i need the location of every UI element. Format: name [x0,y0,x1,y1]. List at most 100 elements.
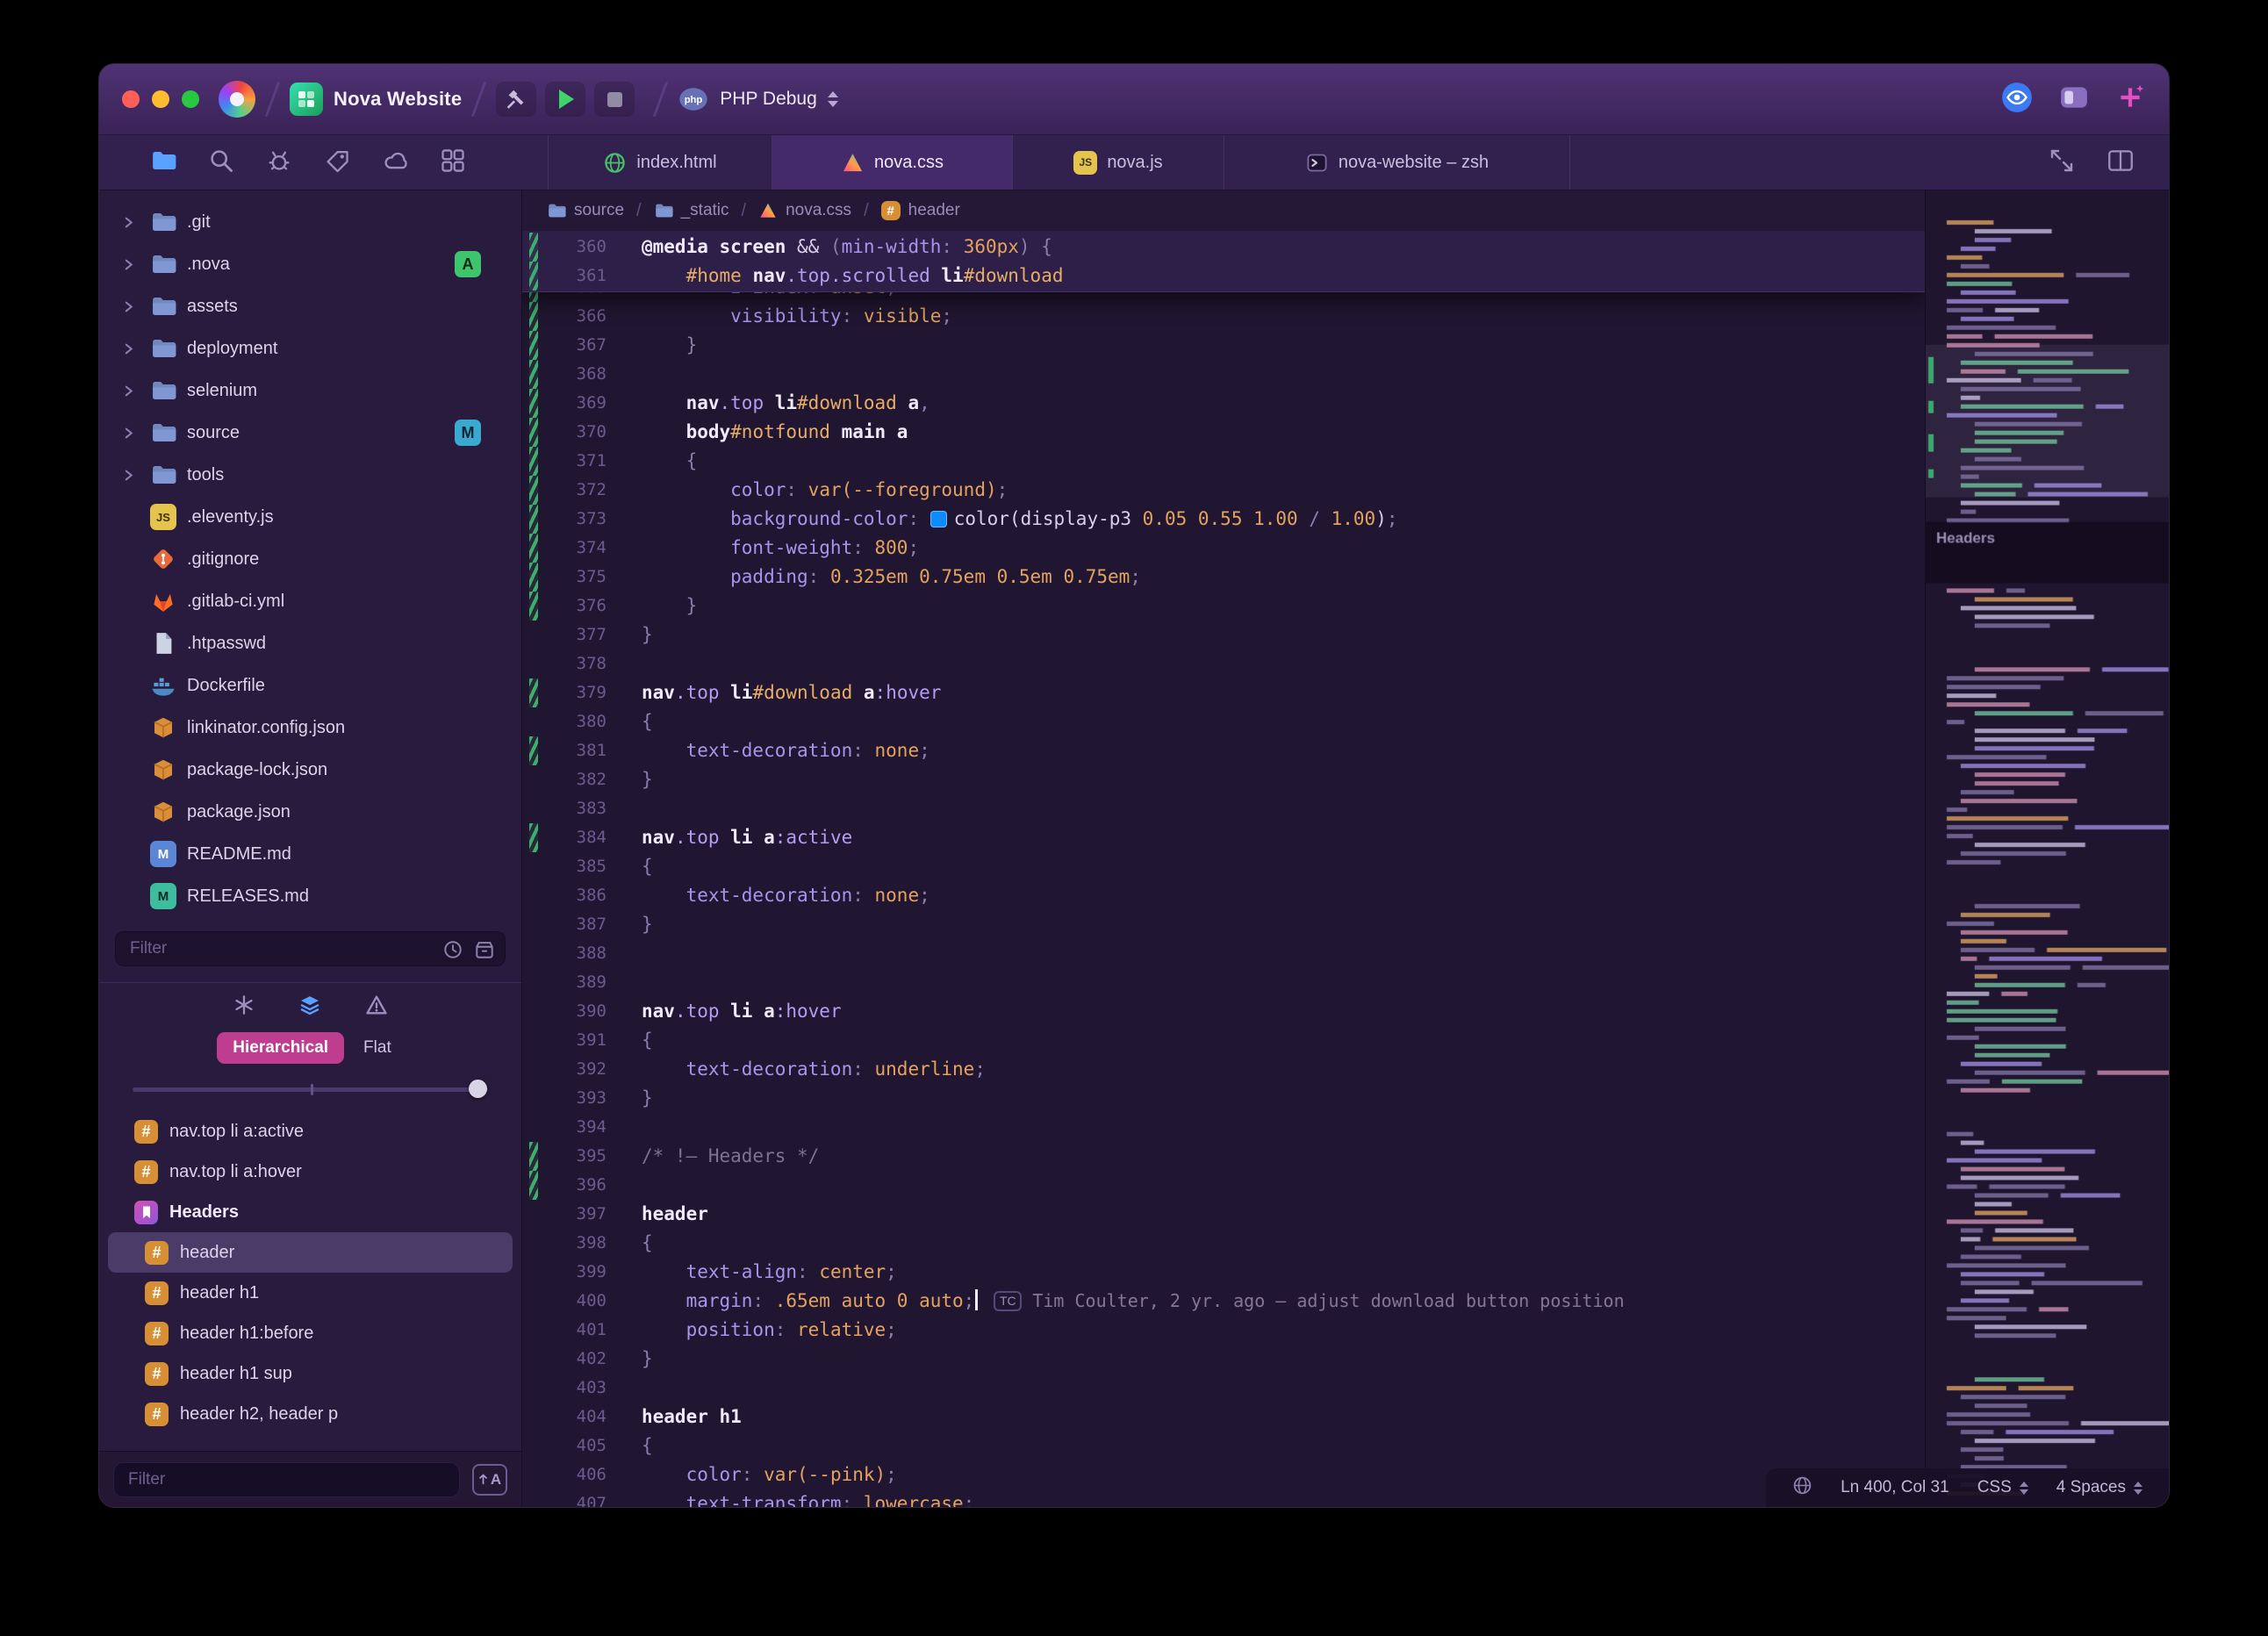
code-line[interactable]: 369 nav.top li#download a, [522,389,1925,418]
code-line[interactable]: 407 text-transform: lowercase; [522,1489,1925,1507]
code-line[interactable]: 388 [522,939,1925,968]
layout-button[interactable] [2058,82,2090,118]
code-line[interactable]: 379 nav.top li#download a:hover [522,678,1925,707]
tab-nova-website-zsh[interactable]: nova-website – zsh [1224,135,1570,190]
code-pane[interactable]: 360 @media screen && (min-width: 360px) {… [522,231,1925,1507]
code-line[interactable]: 368 [522,360,1925,389]
segment-flat[interactable]: Flat [351,1032,404,1064]
code-line[interactable]: 394 [522,1113,1925,1142]
tree-item-deployment[interactable]: deployment [99,327,521,370]
symbol-row[interactable]: # header h1 sup [108,1353,513,1394]
symbol-row[interactable]: # nav.top li a:active [108,1111,513,1152]
minimize-button[interactable] [152,90,169,108]
language-selector[interactable]: CSS [1977,1478,2028,1497]
tree-item--git[interactable]: .git [99,201,521,243]
task-selector[interactable]: PHP Debug [720,89,817,110]
zoom-button[interactable] [182,90,199,108]
code-line[interactable]: 405{ [522,1432,1925,1460]
code-line[interactable]: 371 { [522,447,1925,476]
code-line[interactable]: 380{ [522,707,1925,736]
code-line[interactable]: 375 padding: 0.325em 0.75em 0.5em 0.75em… [522,563,1925,592]
disclosure-chevron-icon[interactable] [122,300,140,313]
code-line[interactable]: 395/* !– Headers */ [522,1142,1925,1171]
tree-item--eleventy-js[interactable]: JS .eleventy.js [99,496,521,538]
search-sidebar-button[interactable] [208,147,234,178]
symbol-row[interactable]: # header h1 [108,1273,513,1313]
project-name[interactable]: Nova Website [334,88,462,111]
code-line[interactable]: 393} [522,1084,1925,1113]
slider-thumb[interactable] [469,1080,487,1098]
code-line[interactable]: 403 [522,1374,1925,1403]
code-line[interactable]: 390 nav.top li a:hover [522,997,1925,1026]
breadcrumb-item[interactable]: _static [654,201,729,220]
stop-button[interactable] [594,82,635,117]
symbol-row[interactable]: # header h1:before [108,1313,513,1353]
code-line[interactable]: 392 text-decoration: underline; [522,1055,1925,1084]
code-line[interactable]: 360 @media screen && (min-width: 360px) { [522,233,1925,262]
close-button[interactable] [122,90,140,108]
code-line[interactable]: 384 nav.top li a:active [522,823,1925,852]
symbol-row[interactable]: # nav.top li a:hover [108,1152,513,1192]
tree-item-assets[interactable]: assets [99,285,521,327]
apps-sidebar-button[interactable] [440,147,466,178]
symbols-filter-input[interactable] [113,1461,460,1497]
breadcrumb-item[interactable]: source [547,201,624,220]
project-icon[interactable] [290,83,323,116]
code-line[interactable]: 401 position: relative; [522,1316,1925,1345]
preview-button[interactable] [2000,81,2034,118]
editor-expand-button[interactable] [2048,147,2076,179]
code-line[interactable]: 367 } [522,331,1925,360]
symbol-row[interactable]: # header [108,1232,513,1273]
tree-item-package-lock-json[interactable]: package-lock.json [99,749,521,791]
split-editor-button[interactable] [2106,146,2135,180]
tab-index-html[interactable]: index.html [548,135,772,190]
code-line[interactable]: 378 [522,649,1925,678]
tree-item--nova[interactable]: .nova A [99,243,521,285]
code-line[interactable]: 406 color: var(--pink); [522,1460,1925,1489]
cursor-position[interactable]: Ln 400, Col 31 [1841,1478,1949,1497]
task-chevrons-icon[interactable] [827,91,838,107]
disclosure-chevron-icon[interactable] [122,342,140,355]
run-button[interactable] [545,82,586,117]
tree-item-linkinator-config-json[interactable]: linkinator.config.json [99,707,521,749]
cloud-sidebar-button[interactable] [382,147,408,178]
files-sidebar-button[interactable] [150,147,176,178]
tree-item-tools[interactable]: tools [99,454,521,496]
code-line[interactable]: 376 } [522,592,1925,621]
extensions-sidebar-button[interactable] [324,147,350,178]
disclosure-chevron-icon[interactable] [122,384,140,398]
code-line[interactable]: 398{ [522,1229,1925,1258]
code-line[interactable]: 400 margin: .65em auto 0 auto; TC Tim Coul… [522,1287,1925,1316]
breadcrumb-item[interactable]: nova.css [758,201,851,220]
tree-item-package-json[interactable]: package.json [99,791,521,833]
issues-sidebar-button[interactable] [266,147,292,178]
new-item-button[interactable] [2114,82,2146,118]
build-button[interactable] [496,82,537,117]
tree-item-selenium[interactable]: selenium [99,370,521,412]
tree-item-readme-md[interactable]: M README.md [99,833,521,875]
code-line[interactable]: 399 text-align: center; [522,1258,1925,1287]
symbol-sort-toggle[interactable]: A [472,1463,507,1496]
tree-item-dockerfile[interactable]: Dockerfile [99,664,521,707]
tree-item--htpasswd[interactable]: .htpasswd [99,622,521,664]
code-line[interactable]: 396 [522,1171,1925,1200]
network-icon[interactable] [1792,1475,1812,1501]
code-line[interactable]: 372 color: var(--foreground); [522,476,1925,505]
disclosure-chevron-icon[interactable] [122,469,140,482]
disclosure-chevron-icon[interactable] [122,427,140,440]
tree-item-releases-md[interactable]: M RELEASES.md [99,875,521,917]
tree-item-source[interactable]: source M [99,412,521,454]
symbols-list-button[interactable] [298,993,322,1022]
code-line[interactable]: 383 [522,794,1925,823]
color-swatch[interactable] [929,511,947,527]
disclosure-chevron-icon[interactable] [122,216,140,229]
segment-hierarchical[interactable]: Hierarchical [217,1032,345,1064]
tree-item--gitlab-ci-yml[interactable]: .gitlab-ci.yml [99,580,521,622]
code-line[interactable]: 389 [522,968,1925,997]
all-symbols-button[interactable] [233,994,255,1021]
tab-nova-css[interactable]: nova.css [772,135,1012,190]
tab-nova-js[interactable]: JS nova.js [1012,135,1224,190]
code-line[interactable]: 361 #home nav.top.scrolled li#download [522,262,1925,291]
code-line[interactable]: 373 background-color: color(display-p3 0… [522,505,1925,534]
code-line[interactable]: 382} [522,765,1925,794]
